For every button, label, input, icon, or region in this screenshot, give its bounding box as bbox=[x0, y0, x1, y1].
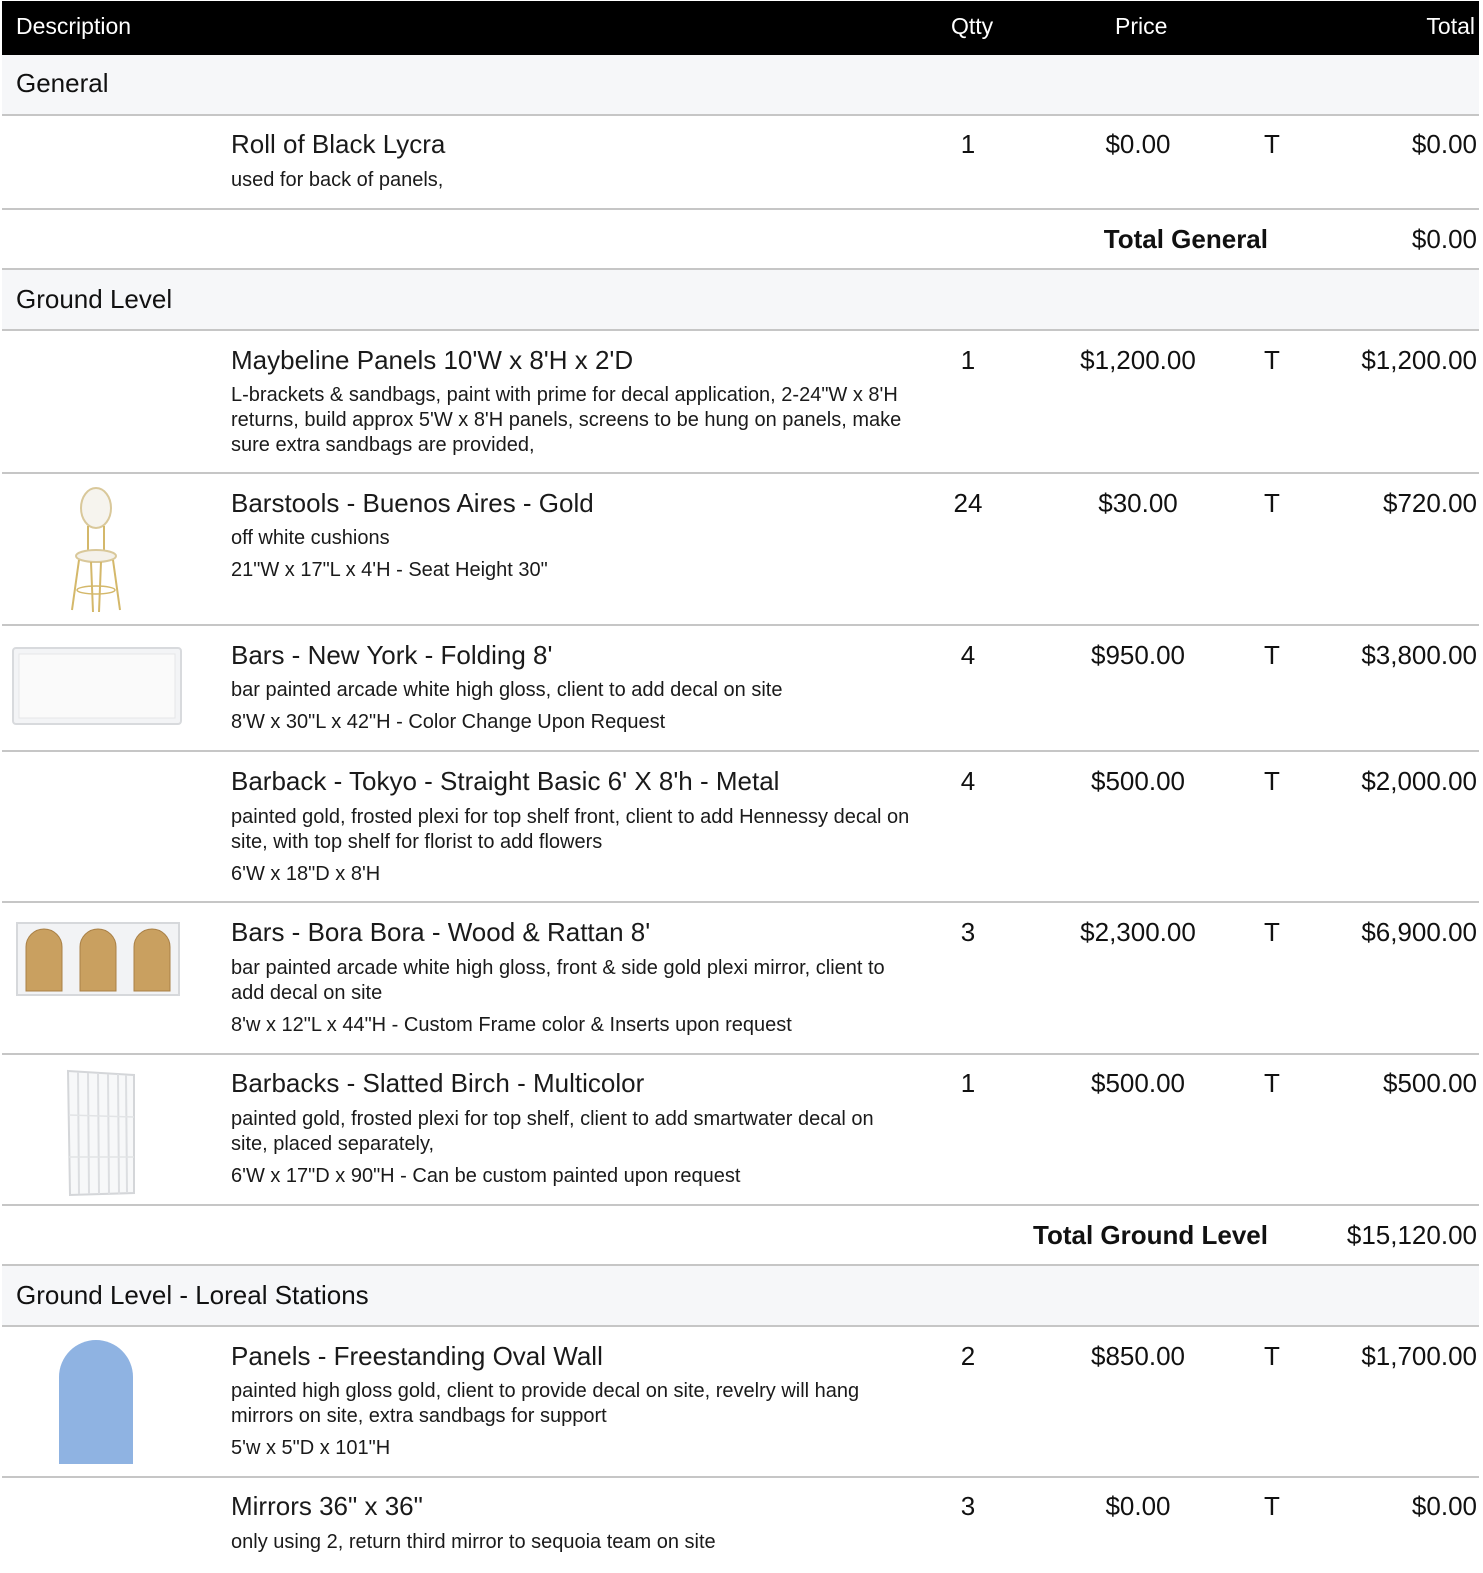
item-note: bar painted arcade white high gloss, fro… bbox=[231, 957, 885, 1004]
section-title: General bbox=[16, 68, 109, 98]
item-price: $500.00 bbox=[1091, 766, 1185, 796]
item-name: Barstools - Buenos Aires - Gold bbox=[231, 488, 594, 518]
line-item: Barbacks - Slatted Birch - Multicolor pa… bbox=[2, 1055, 1479, 1206]
item-tax-flag: T bbox=[1264, 1341, 1280, 1371]
item-qty: 24 bbox=[953, 488, 983, 518]
section-header-loreal-stations: Ground Level - Loreal Stations bbox=[2, 1266, 1479, 1327]
item-tax-flag: T bbox=[1264, 345, 1280, 375]
item-dimensions: 21"W x 17"L x 4'H - Seat Height 30" bbox=[231, 559, 548, 581]
item-name: Panels - Freestanding Oval Wall bbox=[231, 1341, 603, 1371]
item-name: Mirrors 36" x 36" bbox=[231, 1491, 423, 1521]
item-name: Barback - Tokyo - Straight Basic 6' X 8'… bbox=[231, 766, 780, 796]
item-name: Barbacks - Slatted Birch - Multicolor bbox=[231, 1068, 645, 1098]
item-total: $2,000.00 bbox=[1361, 766, 1477, 796]
item-note: painted gold, frosted plexi for top shel… bbox=[231, 806, 910, 853]
item-tax-flag: T bbox=[1264, 917, 1280, 947]
section-header-ground-level: Ground Level bbox=[2, 270, 1479, 331]
item-total: $500.00 bbox=[1383, 1068, 1477, 1098]
oval-wall-image bbox=[59, 1340, 133, 1464]
item-tax-flag: T bbox=[1264, 766, 1280, 796]
header-total: Total bbox=[1426, 13, 1475, 39]
line-item: Mirrors 36" x 36" only using 2, return t… bbox=[2, 1478, 1479, 1573]
item-dimensions: 8'W x 30"L x 42"H - Color Change Upon Re… bbox=[231, 711, 666, 733]
item-note: painted gold, frosted plexi for top shel… bbox=[231, 1108, 874, 1155]
white-bar-image bbox=[12, 647, 182, 725]
item-price: $1,200.00 bbox=[1080, 345, 1196, 375]
item-note: only using 2, return third mirror to seq… bbox=[231, 1531, 716, 1553]
item-price: $0.00 bbox=[1105, 1491, 1171, 1521]
item-total: $3,800.00 bbox=[1361, 640, 1477, 670]
item-total: $1,200.00 bbox=[1361, 345, 1477, 375]
item-dimensions: 5'w x 5"D x 101"H bbox=[231, 1437, 391, 1459]
item-price: $30.00 bbox=[1098, 488, 1178, 518]
slatted-barback-image bbox=[66, 1069, 135, 1197]
item-note: painted high gloss gold, client to provi… bbox=[231, 1380, 860, 1427]
item-qty: 1 bbox=[960, 1068, 976, 1098]
item-name: Bars - Bora Bora - Wood & Rattan 8' bbox=[231, 917, 651, 947]
item-tax-flag: T bbox=[1264, 1068, 1280, 1098]
item-dimensions: 6'W x 18"D x 8'H bbox=[231, 863, 381, 885]
subtotal-label: Total Ground Level bbox=[1033, 1220, 1268, 1250]
header-description: Description bbox=[16, 13, 132, 39]
line-item: Roll of Black Lycra used for back of pan… bbox=[2, 116, 1479, 210]
line-item: Bars - New York - Folding 8' bar painted… bbox=[2, 626, 1479, 752]
line-item: Bars - Bora Bora - Wood & Rattan 8' bar … bbox=[2, 903, 1479, 1055]
header-price: Price bbox=[1115, 13, 1168, 39]
item-qty: 1 bbox=[960, 345, 976, 375]
subtotal-amount: $0.00 bbox=[1411, 224, 1477, 254]
line-item: Barstools - Buenos Aires - Gold off whit… bbox=[2, 474, 1479, 626]
subtotal-label: Total General bbox=[1103, 224, 1268, 254]
line-item: Panels - Freestanding Oval Wall painted … bbox=[2, 1327, 1479, 1478]
barstool-image bbox=[71, 487, 121, 613]
item-note: off white cushions bbox=[231, 527, 390, 549]
item-qty: 1 bbox=[960, 129, 976, 159]
item-qty: 4 bbox=[960, 766, 976, 796]
item-qty: 4 bbox=[960, 640, 976, 670]
item-price: $500.00 bbox=[1091, 1068, 1185, 1098]
item-price: $950.00 bbox=[1091, 640, 1185, 670]
item-name: Bars - New York - Folding 8' bbox=[231, 640, 553, 670]
item-price: $0.00 bbox=[1105, 129, 1171, 159]
item-tax-flag: T bbox=[1264, 1491, 1280, 1521]
item-name: Maybeline Panels 10'W x 8'H x 2'D bbox=[231, 345, 634, 375]
header-qty: Qtty bbox=[951, 13, 994, 39]
item-total: $1,700.00 bbox=[1361, 1341, 1477, 1371]
item-total: $6,900.00 bbox=[1361, 917, 1477, 947]
item-total: $0.00 bbox=[1411, 1491, 1477, 1521]
item-dimensions: 8'w x 12"L x 44"H - Custom Frame color &… bbox=[231, 1014, 792, 1036]
item-tax-flag: T bbox=[1264, 488, 1280, 518]
item-price: $850.00 bbox=[1091, 1341, 1185, 1371]
item-total: $720.00 bbox=[1383, 488, 1477, 518]
subtotal-row-general: Total General $0.00 bbox=[2, 210, 1479, 270]
section-title: Ground Level bbox=[16, 284, 173, 314]
line-item: Barback - Tokyo - Straight Basic 6' X 8'… bbox=[2, 752, 1479, 903]
section-header-general: General bbox=[2, 55, 1479, 116]
item-qty: 2 bbox=[960, 1341, 976, 1371]
line-item: Maybeline Panels 10'W x 8'H x 2'D L-brac… bbox=[2, 331, 1479, 474]
item-total: $0.00 bbox=[1411, 129, 1477, 159]
item-note: bar painted arcade white high gloss, cli… bbox=[231, 679, 783, 701]
subtotal-row-ground-level: Total Ground Level $15,120.00 bbox=[2, 1206, 1479, 1266]
item-dimensions: 6'W x 17"D x 90"H - Can be custom painte… bbox=[231, 1165, 741, 1187]
item-qty: 3 bbox=[960, 1491, 976, 1521]
rattan-bar-image bbox=[16, 922, 180, 996]
item-name: Roll of Black Lycra bbox=[231, 129, 446, 159]
item-note: used for back of panels, bbox=[231, 169, 444, 191]
item-tax-flag: T bbox=[1264, 640, 1280, 670]
item-note: L-brackets & sandbags, paint with prime … bbox=[231, 384, 902, 456]
section-title: Ground Level - Loreal Stations bbox=[16, 1280, 369, 1310]
subtotal-amount: $15,120.00 bbox=[1346, 1220, 1477, 1250]
item-price: $2,300.00 bbox=[1080, 917, 1196, 947]
item-tax-flag: T bbox=[1264, 129, 1280, 159]
table-header: Description Qtty Price Total bbox=[2, 1, 1479, 55]
item-qty: 3 bbox=[960, 917, 976, 947]
